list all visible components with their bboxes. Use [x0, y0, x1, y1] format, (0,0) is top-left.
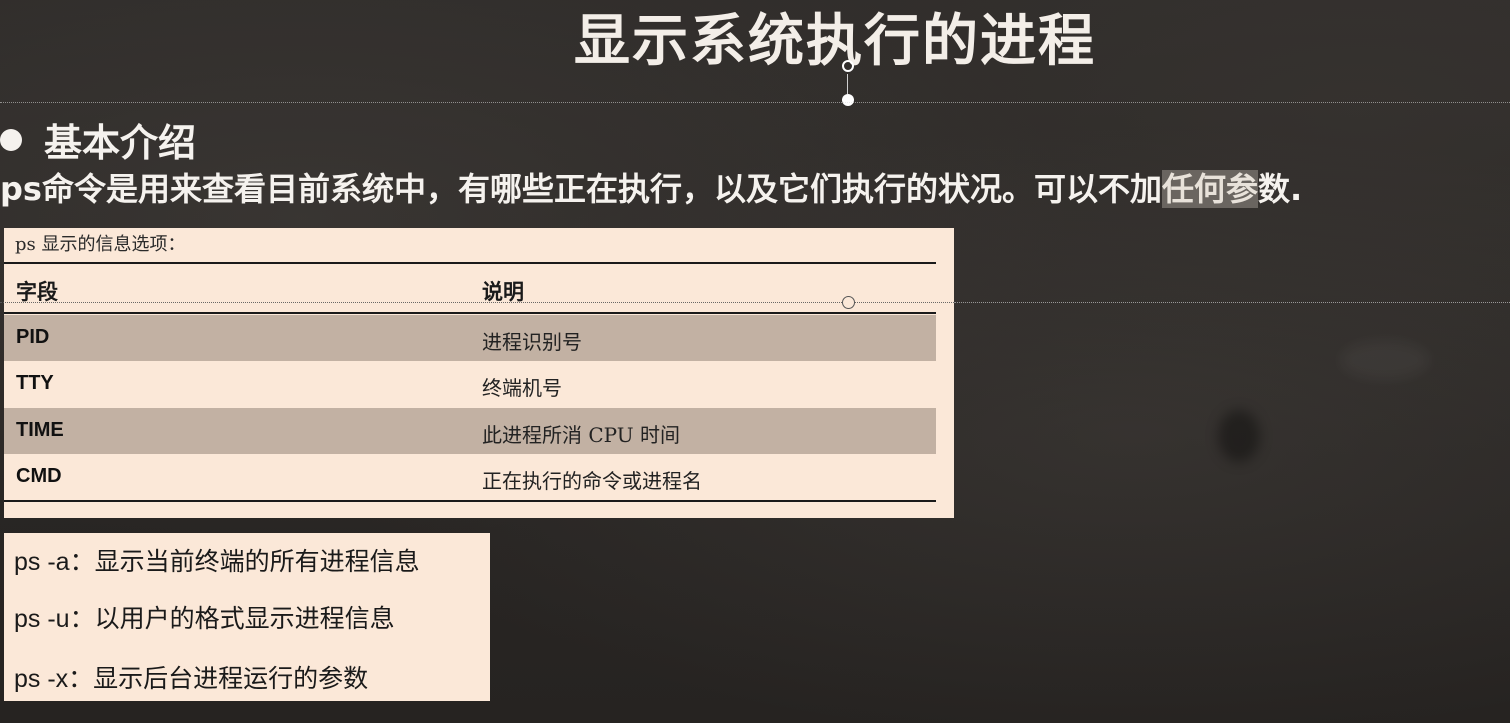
row-field: TIME	[16, 419, 64, 441]
resize-handle-dot[interactable]	[842, 94, 854, 106]
row-desc: 正在执行的命令或进程名	[482, 469, 702, 493]
table-row: TTY 终端机号	[4, 361, 936, 407]
row-desc: 此进程所消 CPU 时间	[482, 423, 680, 447]
option-line: ps -a：显示当前终端的所有进程信息	[14, 548, 420, 576]
option-line: ps -x：显示后台进程运行的参数	[14, 665, 369, 693]
option-line: ps -u：以用户的格式显示进程信息	[14, 605, 395, 633]
info-table-image[interactable]: ps 显示的信息选项： 字段 说明 PID 进程识别号 TTY 终端机号 TIM…	[4, 228, 954, 518]
chalk-smudge	[1340, 340, 1430, 380]
row-field: PID	[16, 326, 50, 348]
table-rule	[4, 262, 936, 264]
intro-text-main: ps命令是用来查看目前系统中，有哪些正在执行，以及它们执行的状况。可以不加	[0, 170, 1162, 208]
selection-guide-top	[0, 102, 1510, 103]
section-heading-text: 基本介绍	[44, 121, 197, 165]
row-desc: 进程识别号	[482, 330, 582, 354]
table-row: TIME 此进程所消 CPU 时间	[4, 408, 936, 454]
intro-text-highlight: 任何参	[1161, 170, 1258, 208]
slide-title[interactable]: 显示系统执行的进程	[0, 0, 1510, 77]
options-image[interactable]: ps -a：显示当前终端的所有进程信息 ps -u：以用户的格式显示进程信息 p…	[4, 533, 490, 701]
table-rule	[4, 500, 936, 502]
intro-text[interactable]: ps命令是用来查看目前系统中，有哪些正在执行，以及它们执行的状况。可以不加任何参…	[0, 164, 1302, 210]
intro-text-end: 数.	[1257, 170, 1303, 208]
table-caption: ps 显示的信息选项：	[15, 234, 186, 255]
rotate-icon	[842, 60, 854, 72]
rotate-handle[interactable]	[840, 58, 856, 106]
row-field: TTY	[16, 372, 54, 394]
selection-handle[interactable]	[842, 296, 855, 309]
bullet-icon	[0, 128, 22, 151]
handle-stem	[847, 74, 848, 94]
row-field: CMD	[16, 465, 62, 487]
section-heading[interactable]: 基本介绍	[0, 112, 196, 167]
table-row: CMD 正在执行的命令或进程名	[4, 454, 936, 500]
table-rule	[4, 312, 936, 314]
selection-guide-middle-right	[954, 302, 1510, 303]
row-desc: 终端机号	[482, 376, 562, 400]
table-row: PID 进程识别号	[4, 315, 936, 361]
chalk-smudge	[1218, 410, 1260, 462]
